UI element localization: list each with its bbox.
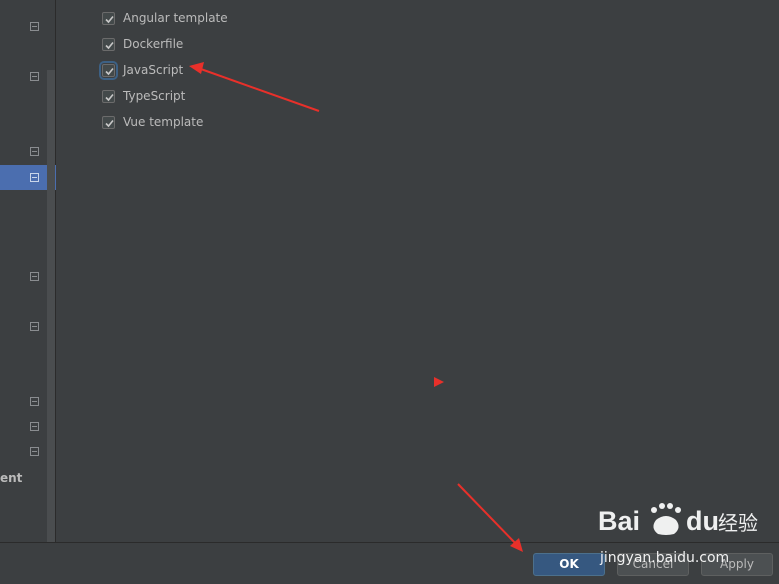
checkbox[interactable] — [102, 89, 115, 103]
checkbox[interactable] — [102, 37, 115, 51]
checkbox-label: Angular template — [123, 11, 228, 25]
collapse-icon[interactable] — [30, 397, 39, 406]
svg-text:经验: 经验 — [718, 511, 758, 535]
collapse-icon[interactable] — [30, 422, 39, 431]
checkbox-label: Vue template — [123, 115, 204, 129]
checkbox-label: TypeScript — [123, 89, 186, 103]
tree-row[interactable] — [0, 14, 56, 39]
tree-scrollbar[interactable] — [47, 70, 55, 542]
apply-button[interactable]: Apply — [701, 553, 773, 576]
dialog-button-bar: OK Cancel Apply — [0, 542, 779, 584]
checkbox[interactable] — [102, 115, 115, 129]
checkbox-row-javascript[interactable]: JavaScript — [99, 57, 342, 83]
collapse-icon[interactable] — [30, 147, 39, 156]
checkbox-label: JavaScript — [123, 63, 184, 77]
checkbox-row-angular-template[interactable]: Angular template — [102, 5, 342, 31]
template-checkbox-list: Angular template Dockerfile JavaScript T… — [99, 5, 342, 135]
checkbox[interactable] — [102, 11, 115, 25]
collapse-icon[interactable] — [30, 22, 39, 31]
collapse-icon[interactable] — [30, 173, 39, 182]
baidu-logo-icon: Bai du 经验 — [598, 503, 758, 536]
collapse-icon[interactable] — [30, 272, 39, 281]
checkbox-label: Dockerfile — [123, 37, 184, 51]
settings-tree-panel: ent — [0, 0, 56, 542]
checkbox-focused[interactable] — [99, 60, 118, 80]
settings-dialog: ent Angular template Dockerfile JavaScri… — [0, 0, 779, 584]
checkbox-row-typescript[interactable]: TypeScript — [102, 83, 342, 109]
svg-text:du: du — [686, 506, 719, 536]
svg-text:Bai: Bai — [598, 506, 640, 536]
arrow-marker-icon — [434, 377, 444, 387]
checkbox-row-vue-template[interactable]: Vue template — [102, 109, 342, 135]
collapse-icon[interactable] — [30, 322, 39, 331]
collapse-icon[interactable] — [30, 447, 39, 456]
cancel-button[interactable]: Cancel — [617, 553, 689, 576]
ok-button[interactable]: OK — [533, 553, 605, 576]
collapse-icon[interactable] — [30, 72, 39, 81]
checkbox-row-dockerfile[interactable]: Dockerfile — [102, 31, 342, 57]
